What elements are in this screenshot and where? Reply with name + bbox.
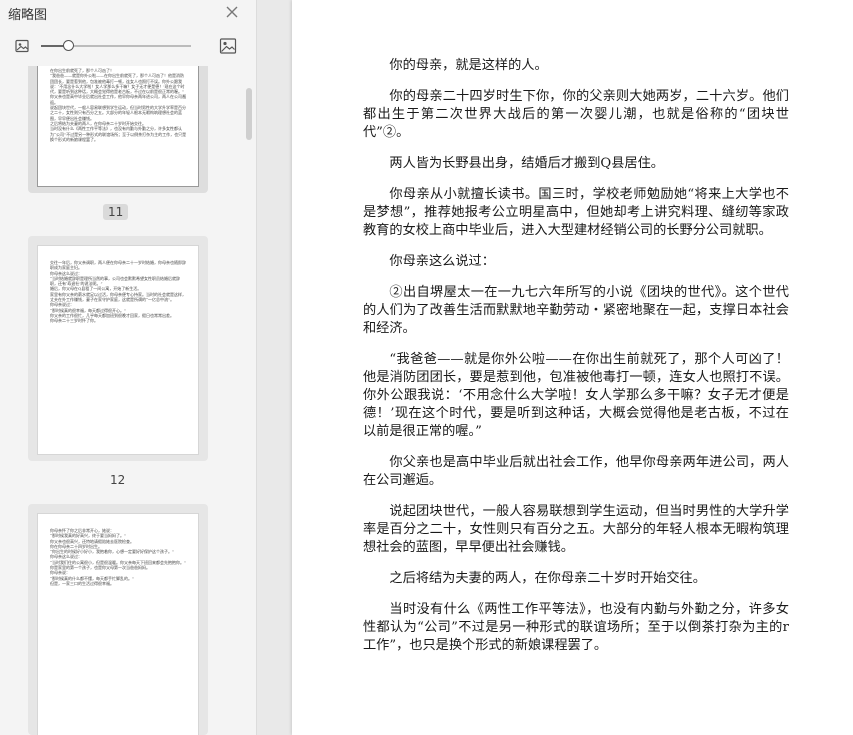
thumbnail-page-11[interactable]: 在你出生前就死了，那个人可凶了！ “我爸爸——就是你外公啦——在你出生前就死了，…: [28, 66, 208, 193]
thumbnail-page-image: 你母亲怀了你之后非常开心，她说： “那时候我真的好高兴，终于要当妈妈了。” 你父…: [38, 514, 198, 735]
thumbnail-page-number: 12: [110, 473, 126, 487]
paragraph: 你的母亲，就是这样的人。: [389, 58, 548, 73]
thumbnail-text: 在你出生前就死了，那个人可凶了！ “我爸爸——就是你外公啦——在你出生前就死了，…: [50, 68, 187, 142]
thumbnail-page-12[interactable]: 交往一年后，你父亲调职，两人便在你母亲二十一岁时结婚，你母亲也随即辞职成为家庭主…: [28, 236, 208, 461]
close-icon[interactable]: [222, 2, 242, 22]
footnote: ②出自堺屋太一在一九七六年所写的小说《团块的世代》。这个世代的人们为了改善生活而…: [363, 285, 789, 336]
thumbnail-text: 你母亲怀了你之后非常开心，她说： “那时候我真的好高兴，终于要当妈妈了。” 你父…: [50, 528, 187, 586]
paragraph: “我爸爸——就是你外公啦——在你出生前就死了，那个人可凶了！他是消防团团长，要是…: [363, 352, 789, 439]
paragraph: 你母亲从小就擅长读书。国三时，学校老师勉励她“将来上大学也不是梦想”，推荐她报考…: [363, 187, 789, 238]
thumbnail-page-13[interactable]: 你母亲怀了你之后非常开心，她说： “那时候我真的好高兴，终于要当妈妈了。” 你父…: [28, 504, 208, 735]
thumbnail-page-image: 在你出生前就死了，那个人可凶了！ “我爸爸——就是你外公啦——在你出生前就死了，…: [38, 66, 198, 186]
thumbnail-zoom-toolbar: [0, 32, 256, 60]
sidebar-title: 缩略图: [8, 8, 48, 23]
thumbnail-list[interactable]: 在你出生前就死了，那个人可凶了！ “我爸爸——就是你外公啦——在你出生前就死了，…: [0, 66, 244, 735]
paragraph: 两人皆为长野县出身，结婚后才搬到Q县居住。: [389, 156, 664, 171]
thumbnail-page-number: 11: [103, 204, 129, 220]
paragraph: 之后将结为夫妻的两人，在你母亲二十岁时开始交往。: [389, 571, 706, 586]
document-view[interactable]: 你的母亲，就是这样的人。 你的母亲二十四岁时生下你，你的父亲则大她两岁，二十六岁…: [257, 0, 853, 735]
sidebar-header: 缩略图: [0, 0, 256, 24]
image-large-icon[interactable]: [219, 37, 237, 55]
zoom-slider-thumb[interactable]: [63, 40, 74, 51]
thumbnail-page-image: 交往一年后，你父亲调职，两人便在你母亲二十一岁时结婚，你母亲也随即辞职成为家庭主…: [38, 246, 198, 454]
paragraph: 当时没有什么《两性工作平等法》，也没有内勤与外勤之分，许多女性都认为“公司”不过…: [363, 602, 789, 653]
paragraph: 你母亲这么说过：: [389, 254, 495, 269]
paragraph: 你父亲也是高中毕业后就出社会工作，他早你母亲两年进公司，两人在公司邂逅。: [363, 455, 789, 488]
thumbnail-text: 交往一年后，你父亲调职，两人便在你母亲二十一岁时结婚，你母亲也随即辞职成为家庭主…: [50, 260, 186, 324]
paragraph: 你的母亲二十四岁时生下你，你的父亲则大她两岁，二十六岁。他们都出生于第二次世界大…: [363, 89, 789, 140]
document-text: 你的母亲，就是这样的人。 你的母亲二十四岁时生下你，你的父亲则大她两岁，二十六岁…: [363, 57, 789, 668]
sidebar-scrollbar[interactable]: [246, 88, 252, 140]
document-page: 你的母亲，就是这样的人。 你的母亲二十四岁时生下你，你的父亲则大她两岁，二十六岁…: [292, 0, 853, 735]
zoom-slider[interactable]: [41, 40, 191, 51]
image-small-icon[interactable]: [14, 38, 30, 54]
thumbnail-sidebar: 缩略图 在你出生前就死了，那个人可凶了！ “我爸爸——就是你外公啦——在你出生前…: [0, 0, 257, 735]
paragraph: 说起团块世代，一般人容易联想到学生运动，但当时男性的大学升学率是百分之二十，女性…: [363, 504, 789, 555]
